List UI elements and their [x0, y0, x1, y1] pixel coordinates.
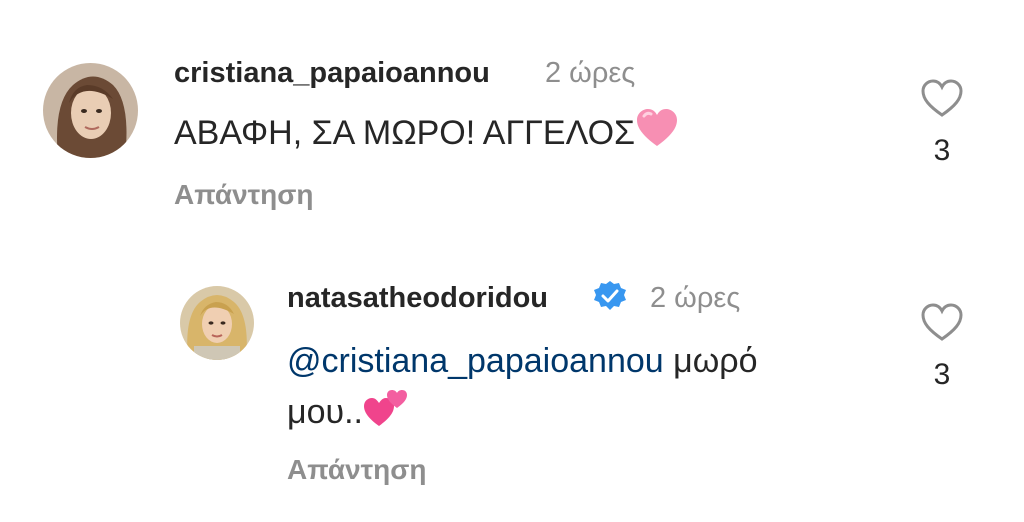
like-count: 3 [933, 134, 951, 167]
comment-username[interactable]: natasatheodoridou [287, 282, 548, 315]
reply-button[interactable]: Απάντηση [174, 179, 314, 211]
comment-text-body: μου.. [287, 392, 363, 431]
heart-outline-icon[interactable] [920, 78, 964, 118]
comment-text-body: μωρό [663, 342, 758, 380]
comment-text-line2: μου.. [287, 386, 409, 442]
two-hearts-emoji [363, 386, 409, 442]
heart-outline-icon[interactable] [920, 302, 964, 342]
comment-text: ΑΒΑΦΗ, ΣΑ ΜΩΡΟ! ΑΓΓΕΛΟΣ [174, 108, 679, 162]
mention-link[interactable]: @cristiana_papaioannou [287, 342, 664, 380]
reply-button[interactable]: Απάντηση [287, 454, 427, 486]
comment-text: @cristiana_papaioannou μωρό [287, 336, 758, 386]
verified-badge-icon [594, 281, 626, 310]
comment-username[interactable]: cristiana_papaioannou [174, 57, 490, 90]
pink-heart-emoji [635, 108, 679, 162]
avatar[interactable] [180, 286, 254, 360]
like-count: 3 [933, 358, 951, 391]
comment-timestamp: 2 ώρες [650, 282, 741, 314]
avatar[interactable] [43, 63, 138, 158]
comment-text-body: ΑΒΑΦΗ, ΣΑ ΜΩΡΟ! ΑΓΓΕΛΟΣ [174, 114, 636, 152]
comment-timestamp: 2 ώρες [545, 57, 636, 89]
